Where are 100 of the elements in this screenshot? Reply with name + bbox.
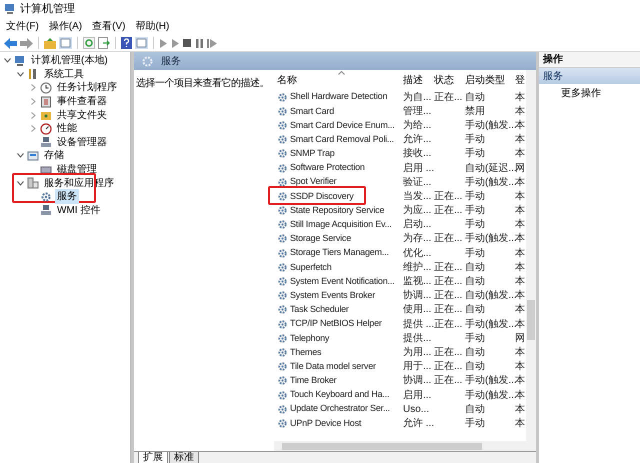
table-cell-text: System Event Notification... [290,274,394,288]
table-cell-text: 手动(触发... [465,374,517,388]
table-cell-text: 自动 [465,90,485,105]
back-arrow-icon[interactable] [4,38,17,48]
panel-icon[interactable] [59,37,72,49]
table-cell-text: Storage Service [290,232,352,246]
gear-icon [277,248,288,259]
expand-chevron-icon[interactable] [29,111,37,120]
storage-icon [27,150,39,162]
tree-item[interactable]: 任务计划程序 [55,80,119,96]
table-cell-text: 手动 [465,416,485,431]
tab[interactable]: 扩展 [138,452,168,463]
resume-icon[interactable] [207,38,217,48]
folder-up-icon[interactable] [44,38,56,48]
table-cell-text: 本 [515,288,525,304]
device-icon [40,204,52,216]
table-cell-text: 手动 [465,204,485,218]
forward-arrow-icon[interactable] [20,38,33,48]
folder-icon [40,109,52,122]
tab[interactable]: 标准 [169,452,199,463]
collapse-chevron-icon[interactable] [16,152,24,160]
table-cell-text: 使用... [403,303,432,318]
table-cell-text: 本 [515,416,525,431]
column-header[interactable]: 状态 [434,73,465,88]
column-header[interactable]: 登 [515,73,526,88]
tree-item[interactable]: WMI 控件 [55,202,102,218]
table-cell-text: Spot Verifier [290,175,336,188]
scrollbar-thumb[interactable] [527,300,535,340]
gear-icon [277,148,288,160]
vertical-scrollbar[interactable] [526,70,536,441]
menu-item[interactable]: 查看(V) [90,19,128,34]
gear-icon [277,404,288,415]
menu-item[interactable]: 文件(F) [4,19,41,34]
tree-item[interactable]: 共享文件夹 [55,108,109,123]
table-cell-text: 自动 [465,303,485,318]
table-cell-text: 本 [515,218,525,232]
collapse-chevron-icon[interactable] [16,70,24,78]
app-icon [4,3,16,15]
table-cell-text: Tile Data model server [290,360,376,373]
table-cell-text: 为给... [403,118,432,133]
expand-chevron-icon[interactable] [29,98,37,106]
expand-chevron-icon[interactable] [29,84,37,92]
gear-icon [277,219,288,230]
refresh-icon[interactable] [83,37,95,49]
table-cell-text: 启动... [403,218,432,232]
table-cell-text: 正在... [434,90,462,105]
action-link[interactable]: 更多操作 [561,86,640,100]
table-cell-text: 正在... [434,190,462,204]
tree-item[interactable]: 服务 [55,189,79,204]
table-cell-text: 本 [515,118,525,133]
column-header[interactable]: 启动类型 [465,73,515,88]
column-header[interactable]: 描述 [403,73,434,88]
tree-item[interactable]: 性能 [55,121,79,136]
column-header[interactable]: 名称 [277,73,403,88]
tree-item[interactable]: 事件查看器 [55,94,109,110]
collapse-chevron-icon[interactable] [3,56,11,65]
table-cell-text: Telephony [290,332,330,345]
table-cell-text: TCP/IP NetBIOS Helper [290,317,382,330]
tree-item[interactable]: 磁盘管理 [55,162,99,178]
collapse-chevron-icon[interactable] [16,179,24,188]
table-cell-text: 正在... [434,346,462,360]
horizontal-scrollbar[interactable] [274,441,536,451]
scrollbar-thumb[interactable] [282,442,482,450]
gear-icon [40,190,52,203]
tree-item[interactable]: 计算机管理(本地) [29,53,110,68]
table-cell-text: 本 [515,90,525,105]
table-cell-text: 用于... [403,360,432,374]
expand-chevron-icon[interactable] [29,124,37,133]
table-cell-text: 手动(触发... [465,388,517,403]
panel-icon[interactable] [135,37,148,49]
table-cell-text: 正在... [434,360,462,374]
menu-item[interactable]: 帮助(H) [133,19,172,34]
table-cell-text: Time Broker [290,374,336,388]
gear-icon [277,120,288,131]
table-cell-text: 正在... [434,232,462,246]
clock-icon [40,82,52,94]
table-cell-text: 接收... [403,146,432,162]
table-cell-text: 手动 [465,332,485,346]
stop-icon[interactable] [183,38,192,48]
tree-item[interactable]: 设备管理器 [55,134,109,150]
gear-icon [277,106,288,117]
device-icon [40,136,52,148]
table-cell-text: 自动 [465,402,485,417]
table-cell-text: Shell Hardware Detection [290,90,388,104]
table-cell-text: 协调... [403,374,432,388]
tree-item[interactable]: 存储 [42,148,66,164]
gear-icon [277,92,288,103]
menu-item[interactable]: 操作(A) [46,19,84,34]
table-cell-text: 自动 [465,346,485,360]
pause-icon[interactable] [195,38,204,48]
table-cell-text: 正在... [434,374,462,388]
gear-icon [277,233,288,244]
tree-item[interactable]: 系统工具 [42,66,86,82]
table-cell-text: 允许 ... [403,416,434,431]
table-cell-text: 本 [515,176,525,190]
actions-group[interactable]: 服务 [539,68,640,84]
gear-icon [277,418,288,429]
export-icon[interactable] [98,37,110,49]
help-icon[interactable] [121,37,132,49]
table-cell-text: SNMP Trap [290,147,335,160]
